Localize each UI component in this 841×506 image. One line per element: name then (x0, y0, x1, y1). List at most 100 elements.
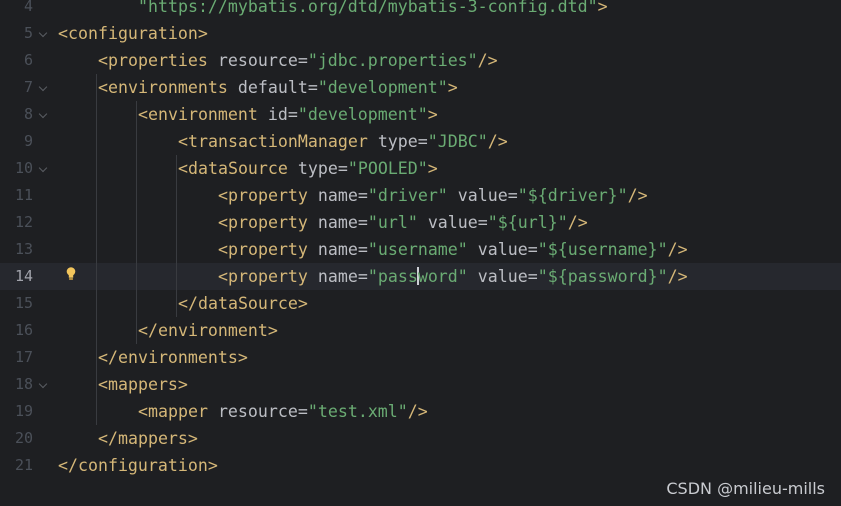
code-token: /> (667, 240, 688, 259)
line-number: 13 (14, 240, 33, 258)
fold-arrow-icon[interactable] (38, 163, 48, 173)
code-token: default (237, 78, 308, 97)
code-token: </environment> (138, 321, 278, 340)
code-text[interactable]: <configuration> (58, 20, 208, 47)
code-token: <transactionManager (178, 132, 378, 151)
code-token: <property (218, 267, 318, 286)
code-token: id (267, 105, 288, 124)
code-line[interactable]: 14 <property name="password" value="${pas… (0, 263, 841, 290)
code-text[interactable]: <property name="url" value="${url}"/> (218, 209, 588, 236)
code-token: <property (218, 186, 318, 205)
code-line[interactable]: 9 <transactionManager type="JDBC"/> (0, 128, 841, 155)
code-token: type (297, 159, 338, 178)
fold-arrow-icon[interactable] (38, 82, 48, 92)
code-line[interactable]: 4 "https://mybatis.org/dtd/mybatis-3-conf… (0, 0, 841, 20)
code-token: "${url}" (487, 213, 568, 232)
code-line[interactable]: 11 <property name="driver" value="${drive… (0, 182, 841, 209)
line-number: 21 (14, 456, 33, 474)
code-token: = (297, 402, 308, 421)
code-token: /> (487, 132, 508, 151)
code-line[interactable]: 5 <configuration> (0, 20, 841, 47)
code-token: value (467, 267, 528, 286)
code-line[interactable]: 21 </configuration> (0, 452, 841, 479)
code-token: /> (567, 213, 588, 232)
line-number: 16 (14, 321, 33, 339)
code-text[interactable]: <environments default="development"> (98, 74, 458, 101)
code-token: = (307, 78, 318, 97)
code-token: resource (217, 402, 298, 421)
indent-guide (96, 371, 97, 425)
code-text[interactable]: <property name="username" value="${usern… (218, 236, 688, 263)
code-text[interactable]: <mappers> (98, 371, 188, 398)
code-token: "driver" (367, 186, 448, 205)
code-token: "test.xml" (307, 402, 408, 421)
code-text[interactable]: </configuration> (58, 452, 218, 479)
code-token: <property (218, 213, 318, 232)
code-text[interactable]: </mappers> (98, 425, 198, 452)
code-token: "${driver}" (517, 186, 628, 205)
code-token: <dataSource (178, 159, 298, 178)
code-line[interactable]: 15 </dataSource> (0, 290, 841, 317)
code-line[interactable]: 19 <mapper resource="test.xml"/> (0, 398, 841, 425)
code-text[interactable]: <transactionManager type="JDBC"/> (178, 128, 508, 155)
code-text[interactable]: </dataSource> (178, 290, 308, 317)
fold-arrow-icon[interactable] (38, 379, 48, 389)
code-token: <mappers> (98, 375, 188, 394)
code-token: /> (407, 402, 428, 421)
code-text[interactable]: <environment id="development"> (138, 101, 438, 128)
lightbulb-icon[interactable] (66, 266, 76, 284)
code-token: = (357, 240, 368, 259)
code-token: = (527, 267, 538, 286)
code-line[interactable]: 20 </mappers> (0, 425, 841, 452)
code-token: "JDBC" (427, 132, 488, 151)
code-token: value (467, 240, 528, 259)
code-token: <environment (138, 105, 268, 124)
code-text[interactable]: "https://mybatis.org/dtd/mybatis-3-confi… (138, 0, 608, 20)
fold-arrow-icon[interactable] (38, 28, 48, 38)
code-token: "development" (317, 78, 448, 97)
code-line[interactable]: 12 <property name="url" value="${url}"/> (0, 209, 841, 236)
code-editor[interactable]: 4 "https://mybatis.org/dtd/mybatis-3-conf… (0, 0, 841, 506)
code-token: /> (477, 51, 498, 70)
fold-arrow-icon[interactable] (38, 109, 48, 119)
code-line[interactable]: 6 <properties resource="jdbc.properties"/… (0, 47, 841, 74)
code-text[interactable]: <property name="driver" value="${driver}… (218, 182, 648, 209)
code-line[interactable]: 13 <property name="username" value="${use… (0, 236, 841, 263)
code-line[interactable]: 10 <dataSource type="POOLED"> (0, 155, 841, 182)
line-number: 15 (14, 294, 33, 312)
code-line[interactable]: 7 <environments default="development"> (0, 74, 841, 101)
code-token: name (317, 213, 358, 232)
code-token: <mapper (138, 402, 218, 421)
indent-guide (176, 155, 177, 317)
code-token: </configuration> (58, 456, 218, 475)
code-token: = (357, 186, 368, 205)
code-token: </dataSource> (178, 294, 308, 313)
line-number: 9 (23, 132, 33, 150)
code-token: name (317, 267, 358, 286)
line-number: 4 (23, 0, 33, 15)
code-token: "https://mybatis.org/dtd/mybatis-3-confi… (138, 0, 598, 16)
line-number: 6 (23, 51, 33, 69)
code-token: name (317, 240, 358, 259)
code-token: "username" (367, 240, 468, 259)
code-token: = (297, 51, 308, 70)
code-line[interactable]: 18 <mappers> (0, 371, 841, 398)
code-line[interactable]: 16 </environment> (0, 317, 841, 344)
code-token: "${password}" (537, 267, 668, 286)
code-text[interactable]: <mapper resource="test.xml"/> (138, 398, 428, 425)
code-line[interactable]: 17 </environments> (0, 344, 841, 371)
line-number: 20 (14, 429, 33, 447)
code-text[interactable]: <property name="password" value="${passw… (218, 263, 688, 290)
code-text[interactable]: </environments> (98, 344, 248, 371)
code-token: "url" (367, 213, 418, 232)
code-text[interactable]: <properties resource="jdbc.properties"/> (98, 47, 498, 74)
line-number: 19 (14, 402, 33, 420)
code-text[interactable]: </environment> (138, 317, 278, 344)
code-text[interactable]: <dataSource type="POOLED"> (178, 155, 438, 182)
code-token: <property (218, 240, 318, 259)
indent-guide (136, 101, 137, 344)
code-line[interactable]: 8 <environment id="development"> (0, 101, 841, 128)
code-token: > (447, 78, 458, 97)
code-token: "${username}" (537, 240, 668, 259)
code-token: > (427, 105, 438, 124)
